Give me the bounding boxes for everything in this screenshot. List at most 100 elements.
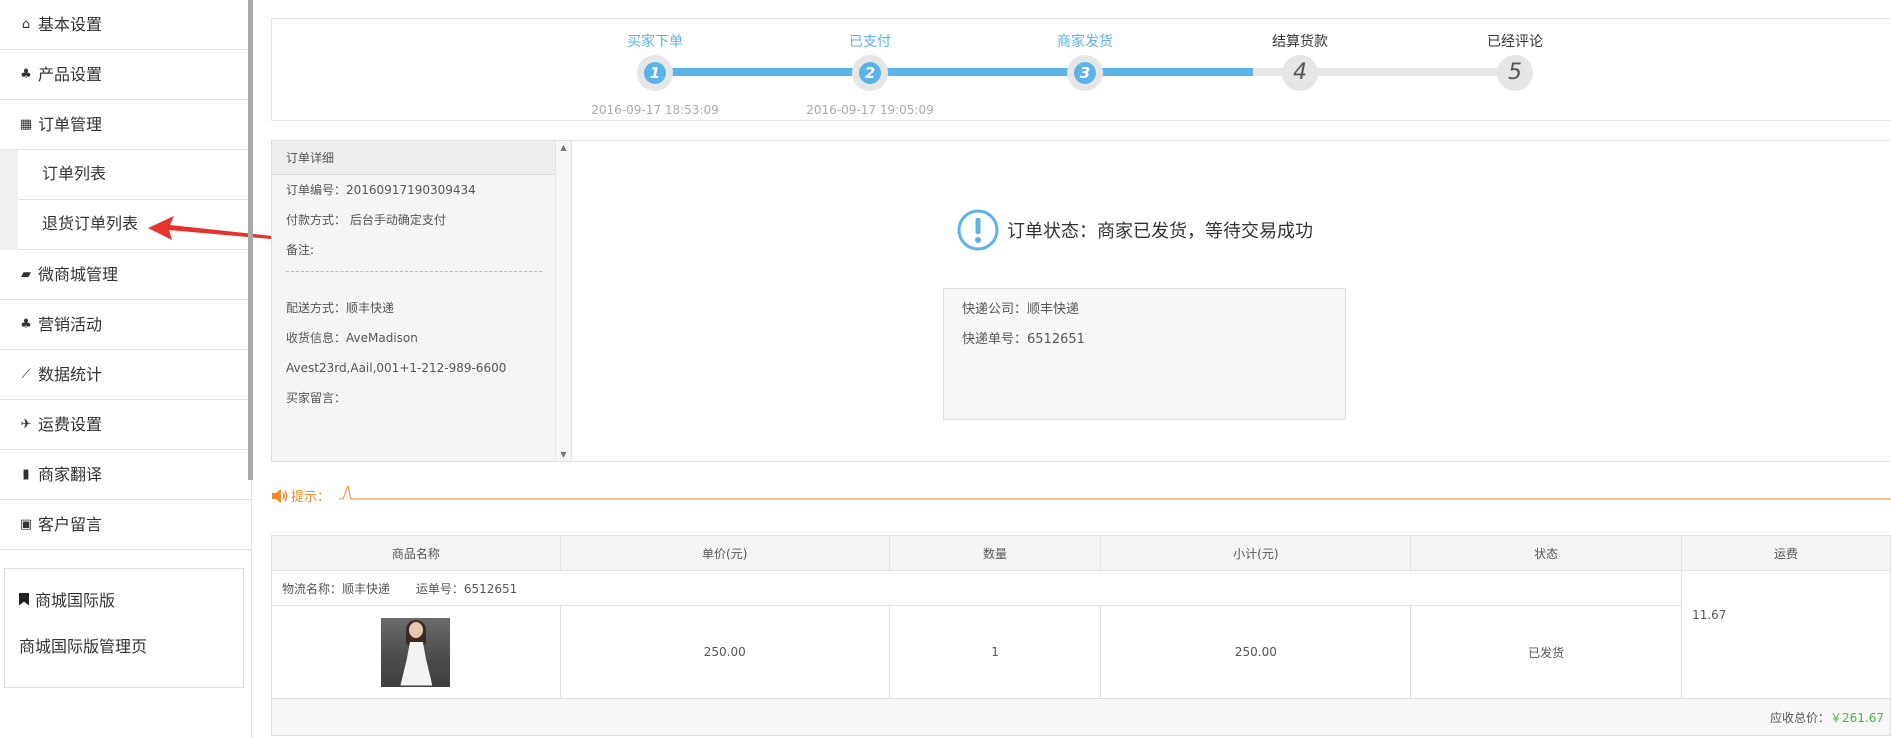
- intl-version-title-text: 商城国际版: [35, 591, 116, 610]
- sidebar-item-shipping-settings[interactable]: ✈ 运费设置: [0, 400, 251, 450]
- sidebar: ⌂ 基本设置 ♣ 产品设置 ▦ 订单管理 订单列表 退货订单列表 ▰ 微商城管理…: [0, 0, 272, 738]
- step-circle: 3: [1067, 55, 1103, 91]
- remark: 备注:: [286, 243, 315, 257]
- step-reviewed: 已经评论 5: [1445, 19, 1585, 103]
- unit-price: 250.00: [559, 605, 890, 699]
- shipping-info-box: 快递公司：顺丰快递 快递单号：6512651: [943, 288, 1346, 420]
- courier-company: 快递公司：顺丰快递: [962, 302, 1080, 317]
- sidebar-item-translation[interactable]: ▮ 商家翻译: [0, 450, 251, 500]
- sidebar-item-basic-settings[interactable]: ⌂ 基本设置: [0, 0, 251, 50]
- sidebar-item-label: 营销活动: [38, 314, 103, 334]
- column-header: 数量: [888, 535, 1102, 571]
- scroll-down-icon[interactable]: ▼: [556, 450, 571, 459]
- sidebar-subitem-label: 订单列表: [42, 164, 107, 183]
- order-progress-steps: 买家下单 1 2016-09-17 18:53:09 已支付 2 2016-09…: [271, 18, 1891, 121]
- step-time: 2016-09-17 18:53:09: [591, 103, 719, 117]
- sidebar-scrollbar[interactable]: [248, 0, 253, 480]
- exclamation-icon: [957, 209, 999, 251]
- step-number: 2: [859, 62, 881, 84]
- order-number: 订单编号：20160917190309434: [286, 183, 476, 197]
- sidebar-item-label: 订单管理: [38, 114, 103, 134]
- column-header: 小计(元): [1100, 535, 1412, 571]
- waybill-number: 运单号：6512651: [415, 581, 518, 596]
- sidebar-item-customer-messages[interactable]: ▣ 客户留言: [0, 500, 251, 550]
- step-number: 4: [1293, 60, 1307, 85]
- step-circle: 1: [637, 55, 673, 91]
- table-row: 250.00 1 250.00 已发货: [271, 605, 1891, 699]
- step-settlement: 结算货款 4: [1230, 19, 1370, 103]
- goods-table: 商品名称 单价(元) 数量 小计(元) 状态 运费 物流名称：顺丰快递 运单号：…: [270, 535, 1891, 736]
- sidebar-subitem-order-list[interactable]: 订单列表: [18, 150, 251, 200]
- step-label: 已支付: [849, 34, 891, 50]
- receiver-info: 收货信息：AveMadison: [286, 331, 418, 345]
- payment-method: 付款方式： 后台手动确定支付: [286, 213, 446, 227]
- product-image[interactable]: [381, 617, 451, 687]
- step-label: 已经评论: [1487, 34, 1543, 50]
- step-buyer-order: 买家下单 1 2016-09-17 18:53:09: [585, 19, 725, 117]
- calendar-icon: ▦: [19, 116, 33, 132]
- step-paid: 已支付 2 2016-09-17 19:05:09: [800, 19, 940, 117]
- sidebar-item-label: 数据统计: [38, 364, 103, 384]
- receiver-address: Avest23rd,Aail,001+1-212-989-6600: [286, 361, 507, 375]
- detail-scrollbar[interactable]: ▲ ▼: [555, 141, 571, 461]
- step-label: 结算货款: [1272, 34, 1328, 50]
- step-number: 3: [1074, 62, 1096, 84]
- sidebar-item-micro-mall[interactable]: ▰ 微商城管理: [0, 250, 251, 300]
- intl-version-title: 商城国际版: [19, 587, 229, 611]
- subtotal: 250.00: [1100, 605, 1412, 699]
- chart-icon: ⟋: [21, 366, 31, 382]
- tracking-number: 快递单号：6512651: [962, 332, 1085, 347]
- order-status-panel: 订单状态：商家已发货，等待交易成功 快递公司：顺丰快递 快递单号：6512651: [572, 140, 1891, 462]
- scroll-up-icon[interactable]: ▲: [556, 143, 571, 152]
- column-header: 状态: [1410, 535, 1683, 571]
- logistics-name: 物流名称：顺丰快递: [282, 581, 391, 596]
- tip-text: 提示：: [291, 490, 331, 505]
- freight-cell: 11.67: [1681, 570, 1891, 699]
- plane-icon: ✈: [20, 416, 32, 432]
- document-icon: ▣: [19, 516, 33, 532]
- sidebar-item-label: 产品设置: [38, 64, 103, 84]
- step-label: 商家发货: [1057, 34, 1113, 50]
- annotation-arrow: [148, 216, 272, 240]
- home-icon: ⌂: [21, 16, 31, 32]
- step-shipped: 商家发货 3: [1015, 19, 1155, 103]
- freight-value: 11.67: [1692, 607, 1727, 622]
- table-header-row: 商品名称 单价(元) 数量 小计(元) 状态 运费: [271, 535, 1891, 571]
- tip-label: 提示：: [271, 486, 330, 505]
- order-detail-panel: 订单详细 订单编号：20160917190309434 付款方式： 后台手动确定…: [271, 140, 572, 462]
- order-status-text: 订单状态：商家已发货，等待交易成功: [1007, 221, 1313, 242]
- column-header: 单价(元): [559, 535, 890, 571]
- speaker-icon: [272, 488, 288, 503]
- order-status-line: 订单状态：商家已发货，等待交易成功: [957, 209, 1313, 251]
- buyer-message: 买家留言：: [286, 391, 347, 405]
- intl-version-admin-link[interactable]: 商城国际版管理页: [19, 633, 229, 657]
- column-header: 商品名称: [271, 535, 561, 571]
- sidebar-item-marketing[interactable]: ♣ 营销活动: [0, 300, 251, 350]
- step-circle: 4: [1282, 55, 1318, 91]
- product-image-cell: [271, 605, 561, 699]
- sidebar-item-statistics[interactable]: ⟋ 数据统计: [0, 350, 251, 400]
- step-number: 5: [1508, 60, 1522, 85]
- step-label: 买家下单: [627, 34, 683, 50]
- item-status: 已发货: [1410, 605, 1683, 699]
- sidebar-item-label: 运费设置: [38, 414, 103, 434]
- step-circle: 5: [1497, 55, 1533, 91]
- total-value: ￥261.67: [1830, 710, 1884, 725]
- logistics-row: 物流名称：顺丰快递 运单号：6512651 11.67: [270, 570, 1891, 699]
- total-row: 应收总价：￥261.67: [271, 698, 1891, 736]
- total-label: 应收总价：: [1769, 710, 1830, 725]
- product-image-dress: [400, 641, 433, 686]
- intl-version-box: 商城国际版 商城国际版管理页: [4, 568, 244, 688]
- shipping-method: 配送方式：顺丰快递: [286, 301, 395, 315]
- shopping-bag-icon: ▰: [21, 266, 31, 282]
- logistics-info: 物流名称：顺丰快递 运单号：6512651: [270, 570, 1683, 606]
- sidebar-item-order-management[interactable]: ▦ 订单管理: [0, 100, 251, 150]
- sidebar-item-label: 基本设置: [38, 14, 103, 34]
- book-icon: ▮: [22, 466, 30, 482]
- sidebar-item-label: 客户留言: [38, 514, 103, 534]
- step-circle: 2: [852, 55, 888, 91]
- gift-icon: ♣: [20, 66, 32, 82]
- sidebar-item-product-settings[interactable]: ♣ 产品设置: [0, 50, 251, 100]
- step-number: 1: [644, 62, 666, 84]
- tip-line: [339, 484, 1891, 500]
